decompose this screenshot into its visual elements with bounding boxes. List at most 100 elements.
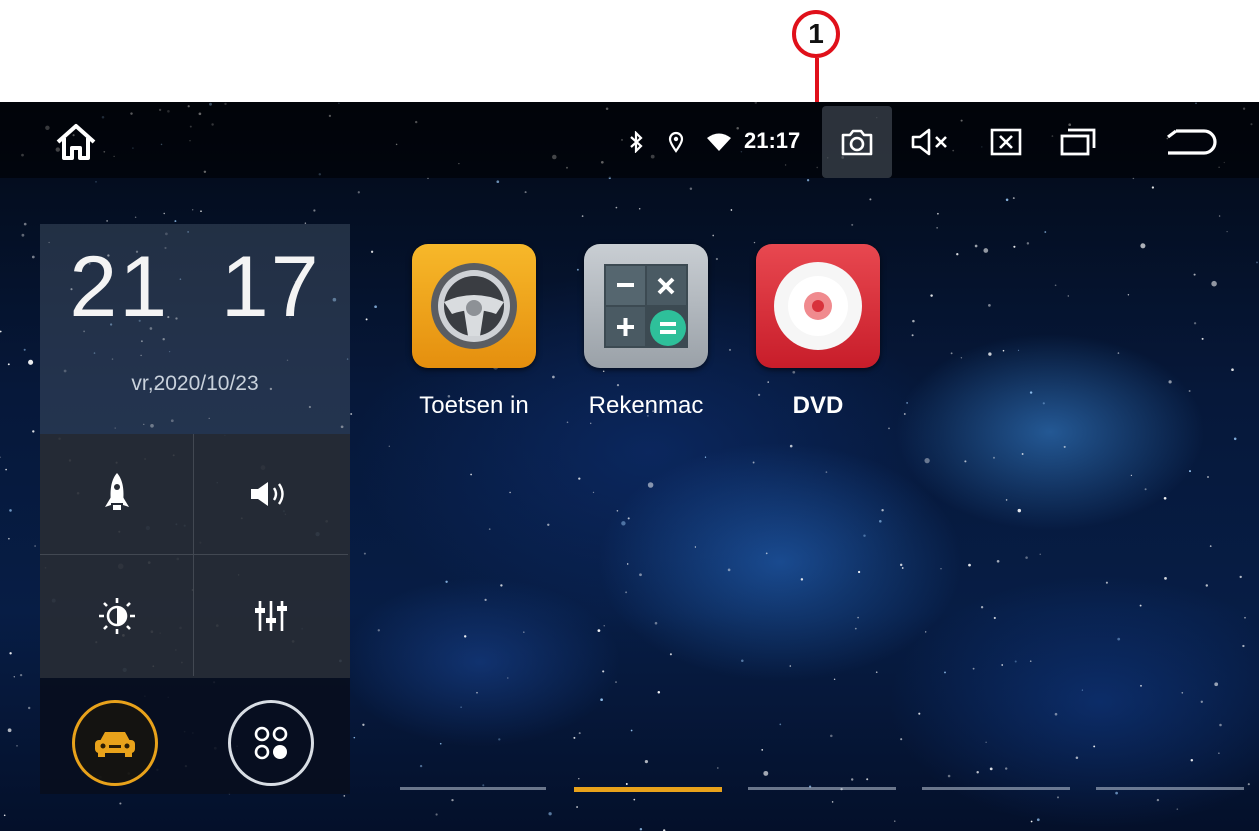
star	[639, 573, 642, 577]
star	[765, 552, 768, 555]
star	[1176, 808, 1179, 810]
star	[1002, 349, 1005, 352]
calculator-icon	[584, 244, 708, 368]
star	[968, 563, 971, 567]
star	[779, 723, 782, 726]
close-box-icon[interactable]	[978, 120, 1034, 164]
star	[1042, 402, 1045, 405]
clock-panel[interactable]: 21 17 vr,2020/10/23	[40, 224, 350, 434]
star	[996, 559, 1000, 563]
star	[647, 482, 654, 488]
star	[644, 759, 649, 764]
page-dot-1[interactable]	[400, 787, 546, 790]
star	[937, 212, 939, 215]
star	[936, 227, 938, 229]
star	[1139, 604, 1142, 607]
volume-button[interactable]	[194, 434, 348, 555]
star	[0, 330, 2, 333]
page-dot-5[interactable]	[1096, 787, 1244, 790]
star	[1214, 682, 1219, 687]
speaker-mute-icon[interactable]	[902, 120, 958, 164]
star	[388, 445, 390, 447]
star	[616, 510, 619, 512]
star	[869, 198, 872, 201]
location-pin-icon	[664, 124, 688, 160]
star	[576, 806, 579, 808]
star	[615, 206, 618, 209]
star	[1067, 295, 1070, 297]
star	[578, 477, 581, 480]
star	[592, 491, 595, 494]
star	[1030, 820, 1033, 823]
star	[548, 812, 552, 816]
recent-apps-icon[interactable]	[1050, 120, 1106, 164]
home-icon[interactable]	[48, 120, 104, 164]
star	[944, 671, 946, 674]
app-rekenmachine[interactable]: Rekenmac	[566, 244, 726, 434]
star	[357, 191, 360, 194]
star	[578, 732, 581, 735]
star	[1115, 791, 1118, 795]
car-button[interactable]	[72, 700, 158, 786]
star	[633, 798, 636, 801]
star	[362, 723, 365, 726]
star	[964, 460, 967, 463]
star	[1025, 556, 1028, 559]
clock-display: 21 17	[40, 238, 350, 337]
app-dvd[interactable]: DVD	[738, 244, 898, 434]
star	[419, 764, 423, 768]
star	[1036, 818, 1040, 822]
back-arrow-icon[interactable]	[1158, 120, 1224, 164]
app-toetsen[interactable]: Toetsen in	[394, 244, 554, 434]
star	[32, 430, 35, 433]
annotation-number: 1	[808, 18, 824, 49]
equalizer-button[interactable]	[194, 555, 348, 676]
star	[1105, 581, 1108, 584]
star	[200, 210, 202, 212]
star	[377, 629, 380, 632]
star	[134, 216, 137, 218]
star	[192, 209, 194, 211]
star	[901, 567, 904, 569]
star	[8, 537, 10, 540]
head-unit-screen: 21:17 21 17 vr,2020/10/23 Toetsen in Rek…	[0, 102, 1259, 831]
page-dot-4[interactable]	[922, 787, 1070, 790]
star	[1231, 368, 1234, 372]
star	[174, 220, 177, 223]
equalizer-icon	[255, 600, 287, 631]
star	[31, 255, 35, 259]
star	[1168, 380, 1172, 384]
star	[581, 215, 584, 217]
star	[947, 774, 951, 778]
clock-hour: 21	[69, 239, 170, 335]
star	[988, 352, 992, 356]
star	[7, 728, 12, 733]
star	[1013, 245, 1016, 248]
volume-icon	[251, 482, 284, 506]
star	[1188, 390, 1191, 392]
star	[9, 652, 12, 655]
clock-minute: 17	[220, 239, 321, 335]
app-label-rekenmachine: Rekenmac	[588, 392, 704, 419]
app-drawer-button[interactable]	[228, 700, 314, 786]
star	[1242, 644, 1245, 648]
star	[500, 584, 503, 587]
star	[1218, 215, 1221, 217]
brightness-button[interactable]	[40, 555, 194, 676]
camera-icon[interactable]	[822, 106, 892, 178]
rocket-button[interactable]	[40, 434, 194, 555]
star	[463, 635, 467, 638]
star	[1021, 453, 1024, 455]
page-dot-3[interactable]	[748, 787, 896, 790]
star	[789, 665, 792, 667]
star	[16, 745, 18, 747]
star	[524, 191, 527, 194]
star	[806, 179, 810, 182]
page-dot-2[interactable]	[574, 787, 722, 792]
star	[1201, 337, 1204, 340]
star	[578, 778, 580, 780]
star	[1233, 437, 1237, 441]
star	[23, 348, 26, 351]
star	[1005, 499, 1008, 501]
star	[1057, 796, 1059, 799]
